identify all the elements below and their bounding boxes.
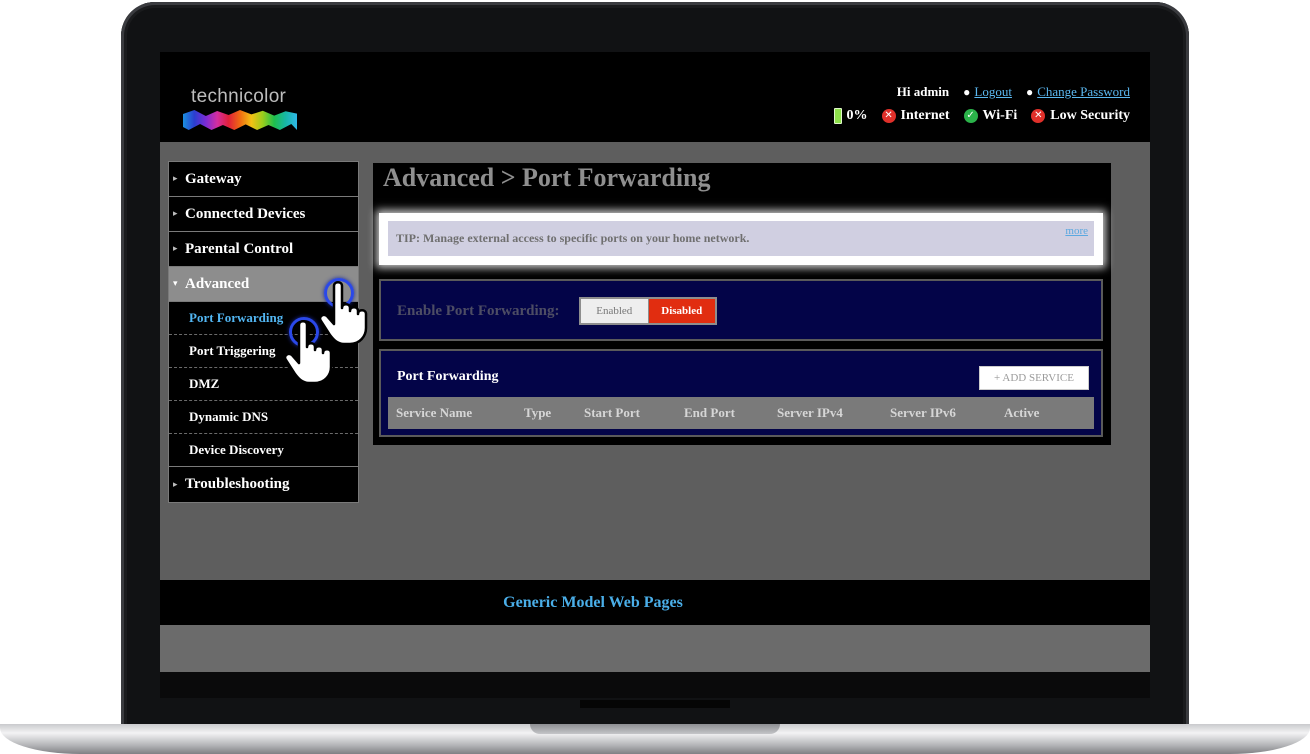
router-web-page: technicolor Hi admin ● Logout ● Change Pas… xyxy=(160,52,1150,672)
page-header: technicolor Hi admin ● Logout ● Change Pas… xyxy=(160,52,1150,142)
brand-logo-text: technicolor xyxy=(191,86,287,107)
chevron-right-icon: ▸ xyxy=(173,209,178,219)
disabled-option[interactable]: Disabled xyxy=(648,299,715,323)
nav-item-gateway[interactable]: ▸ Gateway xyxy=(169,162,358,197)
nav-item-parental-control[interactable]: ▸ Parental Control xyxy=(169,232,358,267)
section-title: Port Forwarding xyxy=(397,369,499,384)
tip-text: TIP: Manage external access to specific … xyxy=(388,221,1094,256)
sub-item-device-discovery[interactable]: Device Discovery xyxy=(169,434,358,467)
internet-label: Internet xyxy=(900,108,950,123)
error-icon: ✕ xyxy=(1031,109,1046,123)
enable-toggle: Enabled Disabled xyxy=(579,297,717,325)
bullet-icon: ● xyxy=(1025,85,1034,99)
more-link[interactable]: more xyxy=(1065,225,1088,237)
port-forwarding-panel: Port Forwarding + ADD SERVICE Service Na… xyxy=(379,349,1103,437)
enable-port-forwarding-panel: Enable Port Forwarding: Enabled Disabled xyxy=(379,279,1103,341)
footer-strip xyxy=(160,625,1150,672)
logout-link[interactable]: Logout xyxy=(974,84,1012,99)
chevron-right-icon: ▸ xyxy=(173,174,178,184)
sub-item-dynamic-dns[interactable]: Dynamic DNS xyxy=(169,401,358,434)
nav-item-troubleshooting[interactable]: ▸ Troubleshooting xyxy=(169,467,358,502)
brand-logo-icon xyxy=(183,110,297,130)
column-header: Service Name xyxy=(396,405,473,420)
column-header: Active xyxy=(1004,405,1040,420)
enabled-option[interactable]: Enabled xyxy=(581,299,648,323)
hand-pointer-icon xyxy=(285,313,345,385)
security-label: Low Security xyxy=(1050,108,1130,123)
column-header: Server IPv4 xyxy=(777,405,843,420)
user-row: Hi admin ● Logout ● Change Password xyxy=(897,84,1130,100)
security-status: ✕ Low Security xyxy=(1031,108,1130,124)
chevron-down-icon: ▾ xyxy=(173,279,178,289)
nav-item-connected-devices[interactable]: ▸ Connected Devices xyxy=(169,197,358,232)
battery-label: 0% xyxy=(846,108,868,123)
battery-icon xyxy=(833,108,842,124)
laptop-bezel xyxy=(160,672,1150,698)
column-header: Type xyxy=(524,405,552,420)
change-password-link[interactable]: Change Password xyxy=(1037,84,1130,99)
chevron-right-icon: ▸ xyxy=(173,479,178,490)
page-footer: Generic Model Web Pages xyxy=(160,580,1150,625)
page-title: Advanced > Port Forwarding xyxy=(383,163,711,192)
tip-box: TIP: Manage external access to specific … xyxy=(379,213,1103,265)
battery-status: 0% xyxy=(833,108,868,124)
add-service-button[interactable]: + ADD SERVICE xyxy=(979,366,1089,390)
bullet-icon: ● xyxy=(963,85,971,99)
laptop-notch xyxy=(530,724,780,734)
laptop-hinge xyxy=(580,700,730,708)
wifi-label: Wi-Fi xyxy=(982,108,1018,123)
enable-label: Enable Port Forwarding: xyxy=(397,303,560,319)
column-header: Start Port xyxy=(584,405,640,420)
wifi-status: ✓ Wi-Fi xyxy=(963,108,1018,124)
check-icon: ✓ xyxy=(963,109,978,123)
main-content: Advanced > Port Forwarding TIP: Manage e… xyxy=(373,163,1111,445)
footer-text: Generic Model Web Pages xyxy=(503,594,683,611)
error-icon: ✕ xyxy=(881,109,896,123)
internet-status: ✕ Internet xyxy=(881,108,950,124)
column-header: End Port xyxy=(684,405,735,420)
chevron-right-icon: ▸ xyxy=(173,244,178,254)
table-header: Service Name Type Start Port End Port Se… xyxy=(388,397,1094,429)
greeting: Hi admin xyxy=(896,84,950,99)
column-header: Server IPv6 xyxy=(890,405,956,420)
status-row: 0% ✕ Internet ✓ Wi-Fi ✕ Low Security xyxy=(833,108,1130,124)
